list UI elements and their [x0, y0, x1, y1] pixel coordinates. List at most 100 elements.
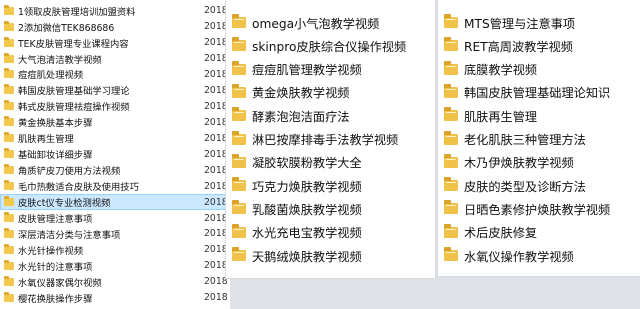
file-list-middle: omega小气泡教学视频 skinpro皮肤综合仪操作视频 痘痘肌管理教学视频 黄金焕…: [226, 0, 435, 278]
folder-name: 2添加微信TEK868686: [18, 22, 115, 34]
folder-name: 1领取皮肤管理培训加盟资料: [18, 6, 136, 18]
folder-icon: [232, 200, 246, 215]
folder-row[interactable]: 酵素泡泡洁面疗法: [226, 105, 350, 126]
folder-icon: [232, 177, 246, 192]
folder-row[interactable]: 术后皮肤修复: [438, 222, 537, 243]
folder-row[interactable]: 水光针的注意事项 2018: [0, 258, 230, 273]
folder-row[interactable]: skinpro皮肤综合仪操作视频: [226, 35, 406, 56]
folder-icon: [4, 148, 14, 159]
folder-name: 淋巴按摩排毒手法教学视频: [252, 133, 399, 147]
folder-row[interactable]: omega小气泡教学视频: [226, 12, 379, 33]
folder-name: RET高周波教学视频: [464, 39, 573, 54]
folder-row[interactable]: 巧克力焕肤教学视频: [226, 175, 362, 196]
folder-name: 水光针操作视频: [18, 245, 84, 257]
folder-icon: [444, 247, 458, 261]
folder-icon: [232, 223, 246, 238]
folder-icon: [232, 60, 246, 75]
folder-icon: [444, 14, 458, 28]
folder-row[interactable]: 水光充电宝教学视频: [226, 222, 362, 243]
folder-name: 韩国皮肤管理基础理论知识: [464, 86, 611, 101]
folder-icon: [4, 20, 14, 31]
folder-row[interactable]: 皮肤的类型及诊断方法: [438, 175, 586, 196]
folder-name: skinpro皮肤综合仪操作视频: [252, 39, 407, 54]
folder-name: 天鹅绒焕肤教学视频: [252, 249, 362, 264]
folder-icon: [4, 243, 14, 254]
folder-icon: [4, 68, 14, 79]
folder-icon: [444, 200, 458, 215]
folder-icon: [444, 130, 458, 145]
folder-row[interactable]: 黄金换肤基本步骤 2018: [0, 115, 230, 130]
folder-row[interactable]: 黄金焕肤教学视频: [226, 82, 350, 103]
folder-name: 皮肤的类型及诊断方法: [464, 179, 586, 194]
folder-row[interactable]: 皮肤ct仪专业检测视频 2018: [0, 194, 230, 210]
folder-name: 基础卸妆详细步骤: [18, 150, 93, 162]
folder-row[interactable]: 老化肌肤三种管理方法: [438, 129, 586, 150]
folder-name: 乳酸菌焕肤教学视频: [252, 202, 362, 217]
folder-icon: [232, 83, 246, 98]
folder-name: 樱花换肤操作步骤: [18, 293, 93, 305]
folder-name: 水光充电宝教学视频: [252, 226, 362, 241]
folder-row[interactable]: 天鹅绒焕肤教学视频: [226, 245, 362, 266]
folder-row[interactable]: 韩国皮肤管理基础理论知识: [438, 82, 610, 103]
folder-icon: [4, 132, 14, 143]
folder-icon: [444, 177, 458, 192]
folder-name: 皮肤管理注意事项: [18, 214, 93, 226]
folder-icon: [444, 153, 458, 168]
folder-row[interactable]: 日晒色素修护焕肤教学视频: [438, 198, 610, 219]
folder-row[interactable]: 淋巴按摩排毒手法教学视频: [226, 129, 398, 150]
folder-row[interactable]: 痘痘肌管理教学视频: [226, 59, 362, 80]
folder-row[interactable]: TEK皮肤管理专业课程内容 2018: [0, 35, 230, 50]
folder-icon: [4, 36, 14, 47]
folder-name: 肌肤再生管理: [18, 134, 74, 146]
folder-icon: [4, 227, 14, 238]
folder-row[interactable]: 大气泡清洁教学视频 2018: [0, 51, 230, 66]
folder-row[interactable]: 基础卸妆详细步骤 2018: [0, 147, 230, 162]
folder-name: 酵素泡泡洁面疗法: [252, 109, 350, 124]
folder-name: 术后皮肤修复: [464, 226, 538, 241]
folder-icon: [444, 83, 458, 98]
folder-name: 巧克力焕肤教学视频: [252, 179, 362, 194]
folder-row[interactable]: 木乃伊焕肤教学视频: [438, 152, 574, 173]
folder-row[interactable]: MTS管理与注意事项: [438, 12, 575, 33]
folder-icon: [4, 100, 14, 111]
folder-name: 水光针的注意事项: [18, 261, 93, 273]
folder-row[interactable]: 毛巾热敷适合皮肤及使用技巧 2018: [0, 178, 230, 193]
folder-icon: [444, 223, 458, 238]
folder-row[interactable]: 1领取皮肤管理培训加盟资料 2018: [0, 3, 230, 18]
folder-row[interactable]: 水光针操作视频 2018: [0, 242, 230, 257]
folder-icon: [4, 164, 14, 175]
folder-icon: [232, 14, 246, 28]
folder-row[interactable]: 皮肤管理注意事项 2018: [0, 210, 230, 225]
folder-row[interactable]: 凝胶软膜粉教学大全: [226, 152, 362, 173]
folder-name: 水氧仪操作教学视频: [464, 249, 574, 264]
folder-name: 凝胶软膜粉教学大全: [252, 156, 362, 171]
folder-row[interactable]: 底膜教学视频: [438, 59, 537, 80]
folder-row[interactable]: 2添加微信TEK868686 2018: [0, 19, 230, 34]
folder-icon: [4, 180, 14, 191]
folder-name: 韩国皮肤管理基础学习理论: [18, 86, 130, 98]
folder-row[interactable]: 水氧仪操作教学视频: [438, 245, 574, 266]
folder-row[interactable]: 樱花换肤操作步骤 2018: [0, 290, 230, 305]
folder-row[interactable]: 深层清洁分类与注意事项 2018: [0, 226, 230, 241]
folder-row[interactable]: 乳酸菌焕肤教学视频: [226, 198, 362, 219]
folder-name: 深层清洁分类与注意事项: [18, 229, 121, 241]
file-list-left: 1领取皮肤管理培训加盟资料 2018 2添加微信TEK868686 2018 TEK皮肤…: [0, 0, 230, 309]
folder-name: 皮肤ct仪专业检测视频: [18, 198, 111, 210]
folder-row[interactable]: 肌肤再生管理: [438, 105, 537, 126]
folder-name: 老化肌肤三种管理方法: [464, 133, 586, 147]
folder-row[interactable]: 韩式皮肤管理祛痘操作视频 2018: [0, 99, 230, 114]
folder-name: TEK皮肤管理专业课程内容: [18, 38, 129, 50]
folder-icon: [4, 196, 14, 207]
folder-name: 痘痘肌管理教学视频: [252, 63, 362, 78]
folder-date: 2018: [204, 292, 228, 304]
folder-row[interactable]: 韩国皮肤管理基础学习理论 2018: [0, 83, 230, 98]
folder-row[interactable]: 痘痘肌处理视频 2018: [0, 67, 230, 82]
folder-row[interactable]: 肌肤再生管理 2018: [0, 131, 230, 146]
folder-row[interactable]: RET高周波教学视频: [438, 35, 573, 56]
folder-row[interactable]: 角质铲皮刀使用方法视频 2018: [0, 163, 230, 178]
folder-icon: [444, 60, 458, 75]
folder-row[interactable]: 水氧仪器家偶尔视频 2018: [0, 274, 230, 289]
folder-icon: [444, 107, 458, 122]
folder-name: omega小气泡教学视频: [252, 16, 380, 31]
folder-name: 黄金焕肤教学视频: [252, 86, 350, 101]
